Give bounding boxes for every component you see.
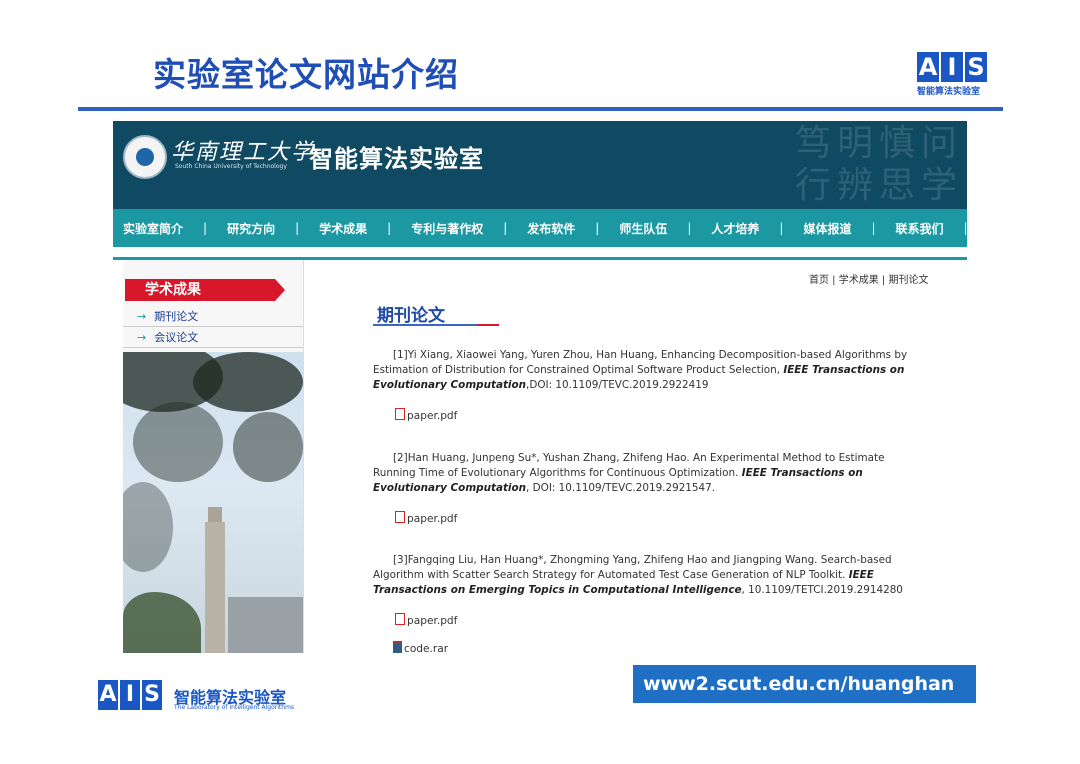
nav-item-contact[interactable]: 联系我们: [896, 220, 944, 237]
nav-item-intro[interactable]: 实验室简介: [123, 220, 183, 237]
ais-logo-top: A I S 智能算法实验室: [917, 52, 987, 102]
arrow-right-icon: →: [137, 310, 147, 323]
paper-doi: ,DOI: 10.1109/TEVC.2019.2922419: [526, 379, 709, 391]
logo-caption: 智能算法实验室: [917, 87, 981, 97]
section-title: 期刊论文: [377, 306, 445, 326]
breadcrumb[interactable]: 首页 | 学术成果 | 期刊论文: [809, 271, 928, 286]
slide-title: 实验室论文网站介绍: [153, 55, 459, 94]
paper-1-pdf-link[interactable]: paper.pdf: [395, 407, 457, 422]
file-link-label: code.rar: [404, 643, 449, 653]
site-nav: 实验室简介 | 研究方向 | 学术成果 | 专利与著作权 | 发布软件 | 师生…: [113, 209, 967, 247]
nav-item-software[interactable]: 发布软件: [527, 220, 575, 237]
sidebar-item-label: 会议论文: [154, 331, 199, 344]
nav-separator: |: [779, 221, 784, 235]
paper-doi: , DOI: 10.1109/TEVC.2019.2921547.: [526, 482, 716, 494]
nav-separator: |: [871, 221, 876, 235]
file-link-label: paper.pdf: [407, 513, 458, 525]
nav-separator: |: [687, 221, 692, 235]
paper-entry-3: [3]Fangqing Liu, Han Huang*, Zhongming Y…: [373, 553, 929, 598]
university-emblem-icon: [123, 135, 167, 179]
sidebar-item-label: 期刊论文: [154, 310, 199, 323]
website-url-banner[interactable]: www2.scut.edu.cn/huanghan: [633, 665, 976, 703]
campus-photo: [123, 352, 303, 653]
paper-3-pdf-link[interactable]: paper.pdf: [395, 612, 457, 627]
logo-letter: A: [917, 52, 939, 82]
nav-item-team[interactable]: 师生队伍: [619, 220, 667, 237]
tree-foliage: [133, 402, 223, 482]
logo-lab-name-en: The Laboratory of Intelligent Algorithms: [174, 704, 295, 711]
logo-letter: I: [941, 52, 963, 82]
sidebar-divider: [123, 326, 303, 327]
file-link-label: paper.pdf: [407, 615, 458, 627]
nav-separator: |: [387, 221, 392, 235]
tree-foliage: [233, 412, 303, 482]
arrow-right-icon: →: [137, 331, 147, 344]
nav-separator: |: [963, 221, 967, 235]
sidebar-item-conference-papers[interactable]: → 会议论文: [137, 329, 198, 345]
logo-letter: I: [120, 680, 140, 710]
logo-letter: S: [142, 680, 162, 710]
paper-citation: [3]Fangqing Liu, Han Huang*, Zhongming Y…: [373, 554, 892, 581]
title-divider: [78, 107, 1003, 111]
archive-file-icon: [393, 641, 402, 653]
paper-2-pdf-link[interactable]: paper.pdf: [395, 510, 457, 525]
sidebar: 学术成果 → 期刊论文 → 会议论文: [123, 260, 304, 653]
sidebar-heading: 学术成果: [125, 279, 285, 301]
logo-letter: A: [98, 680, 118, 710]
campus-tower: [205, 522, 225, 653]
sidebar-item-journal-papers[interactable]: → 期刊论文: [137, 308, 198, 324]
paper-entry-1: [1]Yi Xiang, Xiaowei Yang, Yuren Zhou, H…: [373, 348, 929, 393]
site-header: 华南理工大学 South China University of Technol…: [113, 121, 967, 209]
paper-3-code-link[interactable]: code.rar: [393, 640, 448, 653]
nav-item-media[interactable]: 媒体报道: [803, 220, 851, 237]
lab-name: 智能算法实验室: [309, 145, 484, 173]
palm-trees: [123, 592, 201, 653]
nav-item-research[interactable]: 研究方向: [227, 220, 275, 237]
university-name: 华南理工大学: [171, 140, 316, 165]
nav-item-achievements[interactable]: 学术成果: [319, 220, 367, 237]
pdf-file-icon: [395, 408, 405, 420]
tree-foliage: [123, 482, 173, 572]
ais-logo-mark: A I S: [917, 52, 987, 82]
nav-separator: |: [503, 221, 508, 235]
file-link-label: paper.pdf: [407, 410, 458, 422]
ais-logo-bottom: A I S 智能算法实验室 The Laboratory of Intellig…: [98, 680, 298, 716]
calligraphy-motto: 笃明慎问 行辨思学: [794, 123, 963, 206]
campus-building: [228, 597, 303, 653]
pdf-file-icon: [395, 511, 405, 523]
lab-website-screenshot: 华南理工大学 South China University of Technol…: [113, 121, 967, 653]
sidebar-divider: [123, 347, 303, 348]
nav-separator: |: [595, 221, 600, 235]
logo-letter: S: [965, 52, 987, 82]
section-title-accent: [477, 324, 499, 326]
nav-separator: |: [295, 221, 300, 235]
paper-entry-2: [2]Han Huang, Junpeng Su*, Yushan Zhang,…: [373, 451, 929, 496]
nav-item-patents[interactable]: 专利与著作权: [411, 220, 483, 237]
pdf-file-icon: [395, 613, 405, 625]
paper-doi: , 10.1109/TETCI.2019.2914280: [741, 584, 903, 596]
nav-item-training[interactable]: 人才培养: [711, 220, 759, 237]
nav-separator: |: [203, 221, 208, 235]
tree-foliage: [193, 352, 303, 412]
university-name-en: South China University of Technology: [175, 163, 287, 170]
